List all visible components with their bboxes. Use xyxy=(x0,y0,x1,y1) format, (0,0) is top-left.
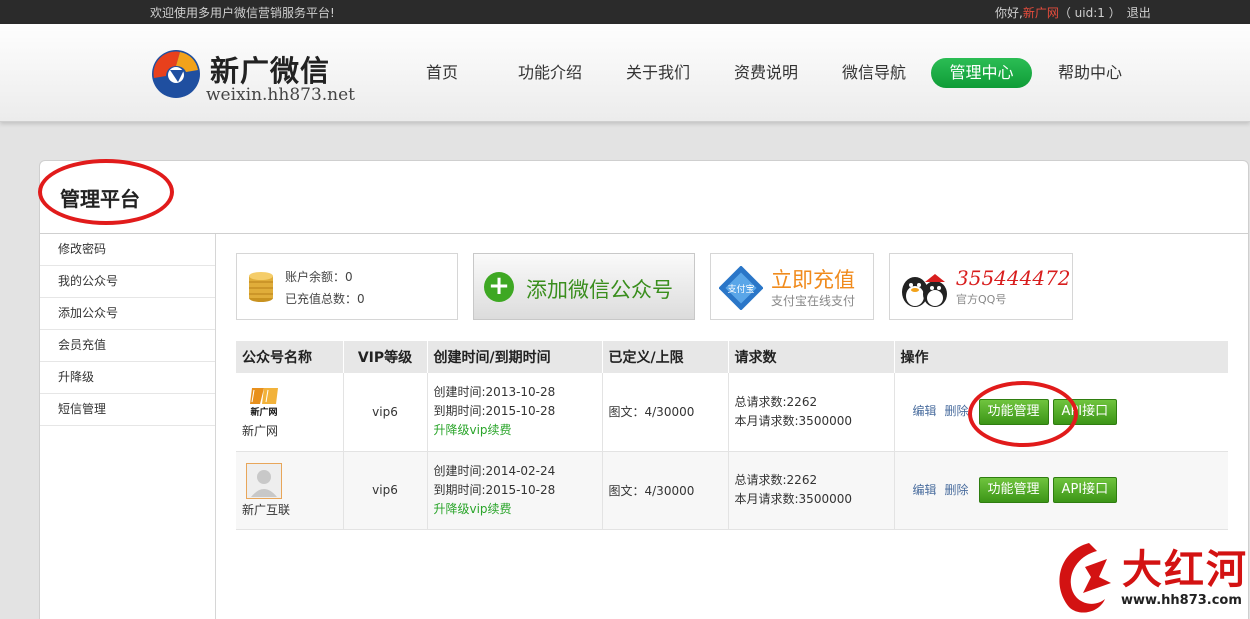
avatar-placeholder-icon[interactable] xyxy=(246,462,282,499)
monthly-requests: 本月请求数:3500000 xyxy=(734,413,853,428)
brand-url: weixin.hh873.net xyxy=(206,85,356,105)
function-manage-button[interactable]: 功能管理 xyxy=(978,477,1049,503)
actions-cell: 编辑 删除 功能管理 API接口 xyxy=(894,451,1228,530)
annotation-circle-title xyxy=(38,159,174,225)
watermark-text: 大红河 xyxy=(1122,546,1248,593)
watermark-logo-icon xyxy=(1059,543,1111,613)
svg-text:新广网: 新广网 xyxy=(250,406,277,418)
watermark-url: www.hh873.com xyxy=(1121,593,1242,608)
user-info: 你好,新广网（ uid:1 ） 退出 xyxy=(995,4,1151,21)
delete-link[interactable]: 删除 xyxy=(945,404,969,418)
sidebar-item-upgrade[interactable]: 升降级 xyxy=(40,362,215,394)
sidebar-item-recharge[interactable]: 会员充值 xyxy=(40,330,215,362)
total-requests: 总请求数:2262 xyxy=(734,394,818,409)
alipay-icon: 支付宝 xyxy=(719,266,763,310)
account-balance: 账户余额：0 xyxy=(285,270,353,284)
nav-pricing[interactable]: 资费说明 xyxy=(724,58,808,88)
expire-date: 到期时间:2015-10-28 xyxy=(433,482,556,497)
col-header-quota: 已定义/上限 xyxy=(602,341,729,373)
col-header-name: 公众号名称 xyxy=(236,341,344,373)
nav-about[interactable]: 关于我们 xyxy=(616,58,700,88)
svg-text:支付宝: 支付宝 xyxy=(727,283,754,295)
qq-number: 355444472 xyxy=(956,266,1071,290)
welcome-text: 欢迎使用多用户微信营销服务平台! xyxy=(150,6,335,20)
quota: 图文：4/30000 xyxy=(602,373,729,452)
dates-cell: 创建时间:2013-10-28 到期时间:2015-10-28 升降级vip续费 xyxy=(427,373,603,452)
table-header-row: 公众号名称 VIP等级 创建时间/到期时间 已定义/上限 请求数 操作 xyxy=(236,341,1229,373)
col-header-dates: 创建时间/到期时间 xyxy=(427,341,603,373)
table-row: 新广互联 vip6 创建时间:2014-02-24 到期时间:2015-10-2… xyxy=(236,451,1228,530)
recharge-title: 立即充值 xyxy=(771,268,855,292)
sidebar-item-add-account[interactable]: 添加公众号 xyxy=(40,298,215,330)
qq-card[interactable]: 355444472 官方QQ号 xyxy=(889,253,1073,320)
edit-link[interactable]: 编辑 xyxy=(913,404,937,418)
created-date: 创建时间:2014-02-24 xyxy=(433,463,556,478)
account-logo-icon[interactable]: 新广网 xyxy=(246,384,282,421)
greeting-text: 你好, xyxy=(995,6,1023,20)
nav-features[interactable]: 功能介绍 xyxy=(508,58,592,88)
divider xyxy=(40,233,1248,234)
qq-penguin-icon xyxy=(902,274,947,307)
account-name-cell: 新广互联 xyxy=(236,451,344,530)
quota: 图文：4/30000 xyxy=(602,451,729,530)
annotation-circle-button xyxy=(968,381,1078,447)
account-name: 新广互联 xyxy=(242,502,291,517)
watermark: 大红河 www.hh873.com xyxy=(1045,535,1250,619)
nav-admin-center[interactable]: 管理中心 xyxy=(931,58,1032,88)
col-header-actions: 操作 xyxy=(894,341,1229,373)
monthly-requests: 本月请求数:3500000 xyxy=(734,492,853,506)
add-wechat-account-button[interactable]: + 添加微信公众号 xyxy=(473,253,695,320)
logout-link[interactable]: 退出 xyxy=(1127,6,1151,20)
renew-link[interactable]: 升降级vip续费 xyxy=(434,421,602,440)
top-bar: 欢迎使用多用户微信营销服务平台! 你好,新广网（ uid:1 ） 退出 xyxy=(0,0,1250,24)
renew-link[interactable]: 升降级vip续费 xyxy=(434,500,602,519)
requests-cell: 总请求数:2262 本月请求数:3500000 xyxy=(728,373,895,452)
coins-icon xyxy=(249,272,273,302)
edit-link[interactable]: 编辑 xyxy=(913,483,937,497)
recharge-subtitle: 支付宝在线支付 xyxy=(771,294,856,308)
main-nav: 首页 功能介绍 关于我们 资费说明 微信导航 管理中心 帮助中心 xyxy=(0,58,1250,88)
nav-help[interactable]: 帮助中心 xyxy=(1048,58,1132,88)
created-date: 创建时间:2013-10-28 xyxy=(433,385,556,400)
api-button[interactable]: API接口 xyxy=(1052,477,1118,503)
sidebar-item-change-password[interactable]: 修改密码 xyxy=(40,234,215,266)
vip-level: vip6 xyxy=(343,451,428,530)
total-requests: 总请求数:2262 xyxy=(734,473,818,487)
site-header: 新广微信 weixin.hh873.net 首页 功能介绍 关于我们 资费说明 … xyxy=(0,24,1250,122)
col-header-requests: 请求数 xyxy=(728,341,895,373)
qq-subtitle: 官方QQ号 xyxy=(956,293,1007,306)
total-recharged: 已充值总数：0 xyxy=(285,292,365,306)
nav-wechat-directory[interactable]: 微信导航 xyxy=(832,58,916,88)
vip-level: vip6 xyxy=(343,373,428,452)
account-name: 新广网 xyxy=(242,424,279,439)
recharge-card[interactable]: 支付宝 立即充值 支付宝在线支付 xyxy=(710,253,874,320)
accounts-table: 公众号名称 VIP等级 创建时间/到期时间 已定义/上限 请求数 操作 新广网 … xyxy=(236,341,1229,530)
balance-card: 账户余额：0 已充值总数：0 xyxy=(236,253,458,320)
requests-cell: 总请求数:2262 本月请求数:3500000 xyxy=(728,451,895,530)
delete-link[interactable]: 删除 xyxy=(945,483,969,497)
account-name-cell: 新广网 新广网 xyxy=(236,373,344,452)
table-row: 新广网 新广网 vip6 创建时间:2013-10-28 到期时间:2015-1… xyxy=(236,373,1228,452)
nav-home[interactable]: 首页 xyxy=(412,58,472,88)
sidebar-item-my-accounts[interactable]: 我的公众号 xyxy=(40,266,215,298)
add-account-label: 添加微信公众号 xyxy=(526,278,673,302)
expire-date: 到期时间:2015-10-28 xyxy=(433,404,556,419)
sidebar-item-sms[interactable]: 短信管理 xyxy=(40,394,215,426)
plus-icon: + xyxy=(484,272,514,302)
sidebar: 修改密码 我的公众号 添加公众号 会员充值 升降级 短信管理 xyxy=(40,234,216,619)
username-link[interactable]: 新广网 xyxy=(1023,6,1059,20)
col-header-vip: VIP等级 xyxy=(343,341,428,373)
dates-cell: 创建时间:2014-02-24 到期时间:2015-10-28 升降级vip续费 xyxy=(427,451,603,530)
uid-text: （ uid:1 ） xyxy=(1058,6,1121,20)
